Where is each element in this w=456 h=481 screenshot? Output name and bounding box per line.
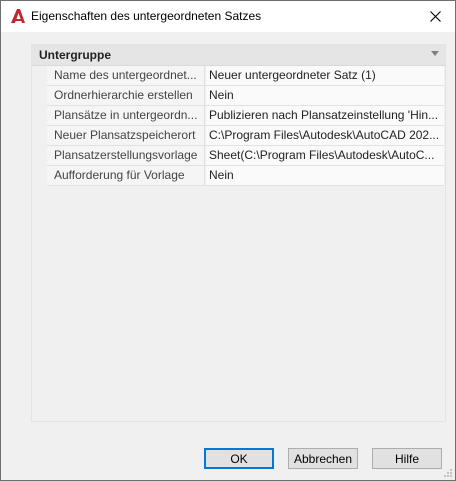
group-title: Untergruppe (39, 48, 111, 62)
property-row[interactable]: Plansatzerstellungsvorlage Sheet(C:\Prog… (47, 146, 444, 166)
properties-panel: Untergruppe Name des untergeordnet... Ne… (31, 44, 446, 422)
property-row[interactable]: Aufforderung für Vorlage Nein (47, 166, 444, 186)
property-value[interactable]: Sheet(C:\Program Files\Autodesk\AutoC... (206, 146, 444, 165)
title-bar[interactable]: Eigenschaften des untergeordneten Satzes (1, 1, 455, 32)
help-button[interactable]: Hilfe (372, 448, 442, 469)
cancel-button[interactable]: Abbrechen (288, 448, 358, 469)
close-icon (429, 11, 441, 22)
group-header[interactable]: Untergruppe (32, 45, 445, 66)
property-row[interactable]: Neuer Plansatzspeicherort C:\Program Fil… (47, 126, 444, 146)
property-value[interactable]: Nein (206, 86, 444, 105)
dialog-window: Eigenschaften des untergeordneten Satzes… (0, 0, 456, 481)
ok-button[interactable]: OK (204, 448, 274, 469)
close-button[interactable] (415, 1, 455, 32)
property-value[interactable]: Nein (206, 166, 444, 185)
autocad-a-icon (11, 9, 25, 23)
property-name: Neuer Plansatzspeicherort (47, 126, 205, 145)
window-title: Eigenschaften des untergeordneten Satzes (31, 9, 262, 23)
resize-grip-icon[interactable] (443, 468, 453, 478)
property-row[interactable]: Ordnerhierarchie erstellen Nein (47, 86, 444, 106)
property-name: Name des untergeordnet... (47, 66, 205, 85)
property-name: Plansätze in untergeordn... (47, 106, 205, 125)
property-name: Ordnerhierarchie erstellen (47, 86, 205, 105)
property-value[interactable]: C:\Program Files\Autodesk\AutoCAD 202... (206, 126, 444, 145)
collapse-arrow-icon[interactable] (431, 51, 439, 56)
property-row[interactable]: Name des untergeordnet... Neuer untergeo… (47, 66, 444, 86)
property-name: Aufforderung für Vorlage (47, 166, 205, 185)
property-row[interactable]: Plansätze in untergeordn... Publizieren … (47, 106, 444, 126)
property-value[interactable]: Neuer untergeordneter Satz (1) (206, 66, 444, 85)
property-name: Plansatzerstellungsvorlage (47, 146, 205, 165)
property-value[interactable]: Publizieren nach Plansatzeinstellung 'Hi… (206, 106, 444, 125)
property-list: Name des untergeordnet... Neuer untergeo… (47, 66, 444, 186)
